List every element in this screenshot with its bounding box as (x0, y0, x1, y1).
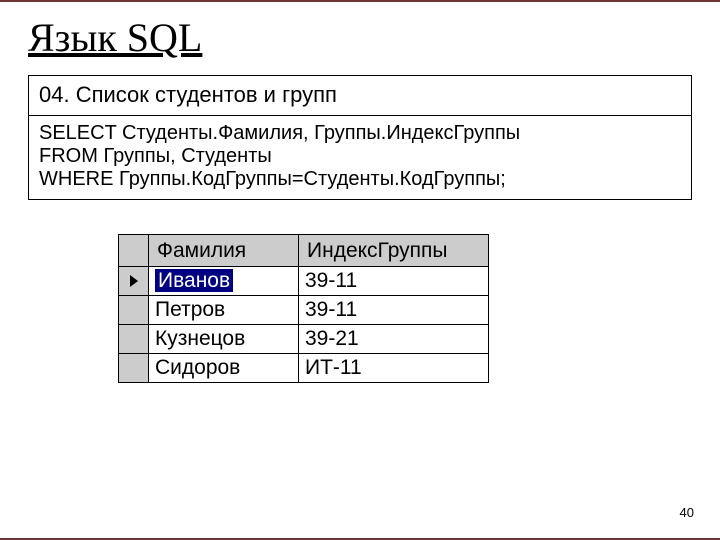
selected-cell-value: Иванов (155, 269, 233, 292)
current-row-icon (128, 274, 140, 288)
cell-surname[interactable]: Петров (149, 296, 299, 325)
sql-rest-3: Группы.КодГруппы=Студенты.КодГруппы; (113, 168, 505, 190)
result-grid-container: Фамилия ИндексГруппы Иванов 39-11Петров39… (118, 234, 692, 383)
row-selector-cell[interactable] (119, 354, 149, 383)
cell-surname[interactable]: Иванов (149, 267, 299, 296)
sql-keyword-from: FROM (39, 145, 98, 167)
page-number: 40 (680, 505, 694, 520)
slide: Язык SQL 04. Список студентов и групп SE… (0, 0, 720, 540)
sql-line-1: SELECT Студенты.Фамилия, Группы.ИндексГр… (39, 122, 681, 145)
row-selector-cell[interactable] (119, 296, 149, 325)
cell-surname[interactable]: Кузнецов (149, 325, 299, 354)
row-selector-cell[interactable] (119, 325, 149, 354)
row-selector-header (119, 235, 149, 267)
column-header-surname: Фамилия (149, 235, 299, 267)
cell-group[interactable]: ИТ-11 (299, 354, 489, 383)
row-selector-cell[interactable] (119, 267, 149, 296)
result-table: Фамилия ИндексГруппы Иванов 39-11Петров39… (118, 234, 489, 383)
cell-group[interactable]: 39-11 (299, 267, 489, 296)
table-row[interactable]: Петров39-11 (119, 296, 489, 325)
cell-group[interactable]: 39-21 (299, 325, 489, 354)
sql-rest-1: Студенты.Фамилия, Группы.ИндексГруппы (116, 122, 520, 144)
sql-line-3: WHERE Группы.КодГруппы=Студенты.КодГрупп… (39, 168, 681, 191)
sql-rest-2: Группы, Студенты (98, 145, 272, 167)
cell-surname[interactable]: Сидоров (149, 354, 299, 383)
sql-keyword-where: WHERE (39, 168, 113, 190)
query-caption: 04. Список студентов и групп (39, 82, 337, 107)
table-row[interactable]: Кузнецов39-21 (119, 325, 489, 354)
query-sql-box: SELECT Студенты.Фамилия, Группы.ИндексГр… (28, 116, 692, 200)
table-row[interactable]: Иванов 39-11 (119, 267, 489, 296)
table-row[interactable]: СидоровИТ-11 (119, 354, 489, 383)
cell-group[interactable]: 39-11 (299, 296, 489, 325)
sql-keyword-select: SELECT (39, 122, 116, 144)
sql-line-2: FROM Группы, Студенты (39, 145, 681, 168)
table-header-row: Фамилия ИндексГруппы (119, 235, 489, 267)
page-title: Язык SQL (28, 14, 692, 61)
column-header-group: ИндексГруппы (299, 235, 489, 267)
query-caption-box: 04. Список студентов и групп (28, 75, 692, 116)
